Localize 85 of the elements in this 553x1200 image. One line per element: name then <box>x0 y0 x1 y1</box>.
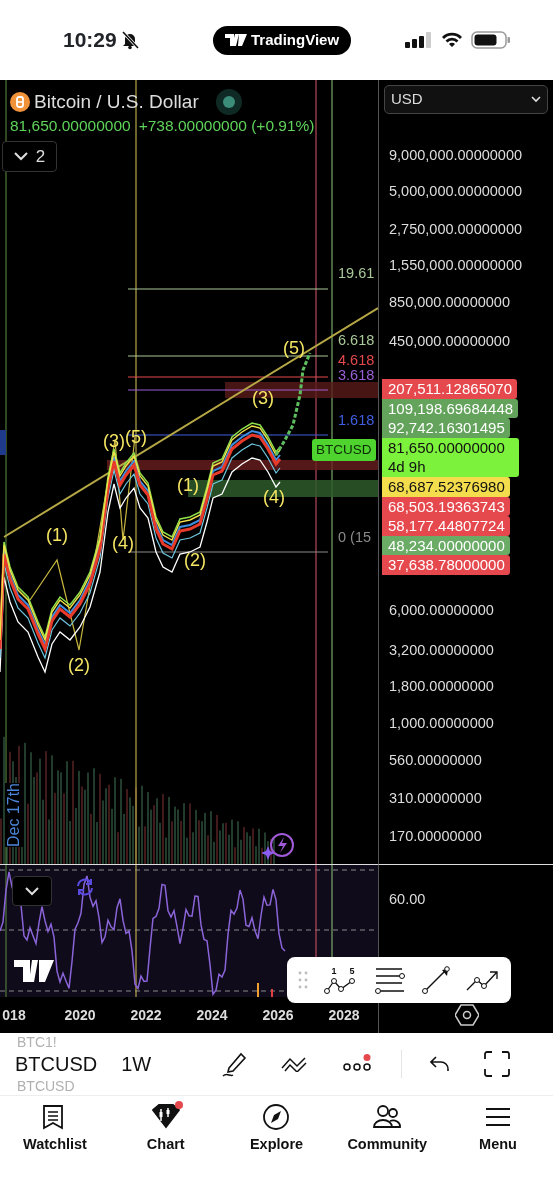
axis-label: 2,750,000.00000000 <box>389 220 523 238</box>
zigzag-icon[interactable] <box>281 1056 310 1072</box>
drag-handle-icon <box>298 971 309 989</box>
fullscreen-icon[interactable] <box>484 1051 511 1077</box>
wave-label: (2) <box>184 548 206 572</box>
settings-icon <box>455 1004 479 1026</box>
symbol-tag: BTCUSD <box>312 439 376 462</box>
wave-label: (4) <box>112 531 134 555</box>
app-logo-icon <box>225 34 247 46</box>
axis-label: 310.00000000 <box>389 789 482 807</box>
price-change: +738.00000000 (+0.91%) <box>138 115 315 136</box>
axis-label: 1,800.00000000 <box>389 677 494 695</box>
price-badge: 48,234.00000000 <box>382 535 510 556</box>
app-name: TradingView <box>251 29 340 50</box>
coin-icon <box>10 92 30 113</box>
wave-label: (4) <box>263 485 285 509</box>
arrow-tool[interactable] <box>420 966 451 994</box>
axis-label: 170.00000000 <box>389 827 482 845</box>
wave-label: (5) <box>283 336 305 360</box>
bell-off-icon <box>119 30 140 50</box>
zone-band <box>0 430 6 455</box>
axis-label: 3,200.00000000 <box>389 641 494 659</box>
tab-item[interactable]: Watchlist <box>0 1096 110 1200</box>
wave-label: (2) <box>68 653 90 677</box>
fib-level-label: 6.618 <box>338 331 375 351</box>
axis-label: 560.00000000 <box>389 751 482 769</box>
indicators-toggle[interactable]: 2 <box>2 140 57 172</box>
battery-icon <box>471 31 512 49</box>
symbol-picker[interactable]: BTCUSD <box>15 1049 98 1079</box>
pane-toggle[interactable] <box>12 876 52 906</box>
tab-item[interactable]: Chart <box>110 1096 221 1200</box>
axis-label: 1,550,000.00000000 <box>389 256 523 274</box>
time-axis-label: 2020 <box>63 1005 97 1025</box>
chevron-icon <box>13 151 28 161</box>
sparkle-bolt-icon <box>262 832 296 862</box>
wave-label: (1) <box>46 523 68 547</box>
currency-dropdown[interactable]: USD <box>384 85 548 114</box>
axis-label: 450,000.00000000 <box>389 332 510 350</box>
date-marker: Dec 17th <box>5 783 23 847</box>
pen-icon[interactable] <box>221 1051 248 1077</box>
axis-label: 60.00 <box>389 890 426 908</box>
wifi-icon <box>441 32 464 48</box>
elliott-wave-tool[interactable]: 1 5 <box>323 965 360 995</box>
fib-level-label: 0 (15 <box>338 528 372 548</box>
axis-label: 6,000.00000000 <box>389 601 494 619</box>
path-tool[interactable] <box>465 968 500 992</box>
chevron-icon <box>531 96 541 103</box>
clock-time: 10:29 <box>63 27 117 54</box>
more-icon[interactable] <box>343 1054 374 1074</box>
time-axis-label: 2028 <box>327 1005 361 1025</box>
price-value: 81,650.00000000 <box>10 115 131 136</box>
tab-item[interactable]: Community <box>332 1096 443 1200</box>
axis-label: 5,000,000.00000000 <box>389 182 523 200</box>
time-axis-label: 2022 <box>129 1005 163 1025</box>
tab-item[interactable]: Explore <box>221 1096 332 1200</box>
price-badge: 92,742.16301495 <box>382 418 510 438</box>
time-axis-label: 2024 <box>195 1005 229 1025</box>
symbol-title: Bitcoin / U.S. Dollar <box>34 90 199 114</box>
fib-levels-tool[interactable] <box>374 966 406 994</box>
price-badge: 58,177.44807724 <box>382 516 510 536</box>
price-badge: 68,503.19363743 <box>382 496 510 517</box>
price-badge: 37,638.78000000 <box>382 555 510 575</box>
wave-label: (3) <box>252 386 274 410</box>
fib-level-label: 1.618 <box>338 411 375 431</box>
price-badge: 68,687.52376980 <box>382 476 510 497</box>
fib-level-label: 19.61 <box>338 264 375 284</box>
undo-icon[interactable] <box>430 1056 451 1072</box>
status-dot-icon <box>214 88 243 117</box>
axis-label: 9,000,000.00000000 <box>389 146 523 164</box>
signal-icon <box>405 32 434 48</box>
refresh-icon <box>74 877 96 897</box>
price-badge: 81,650.00000000 4d 9h <box>382 437 519 477</box>
axis-label: 1,000.00000000 <box>389 714 494 732</box>
price-badge: 109,198.69684448 <box>382 398 519 419</box>
logo-icon <box>14 960 54 982</box>
time-axis-label: 2026 <box>261 1005 295 1025</box>
tab-item[interactable]: Menu <box>443 1096 553 1200</box>
price-badge: 207,511.12865070 <box>382 379 517 399</box>
wave-label: (1) <box>177 473 199 497</box>
time-axis-label: 018 <box>1 1005 27 1025</box>
wave-label: (5) <box>125 425 147 449</box>
interval-picker[interactable]: 1W <box>121 1049 152 1079</box>
wave-label: (3) <box>103 429 125 453</box>
chevron-icon <box>25 886 39 896</box>
axis-label: 850,000.00000000 <box>389 293 510 311</box>
